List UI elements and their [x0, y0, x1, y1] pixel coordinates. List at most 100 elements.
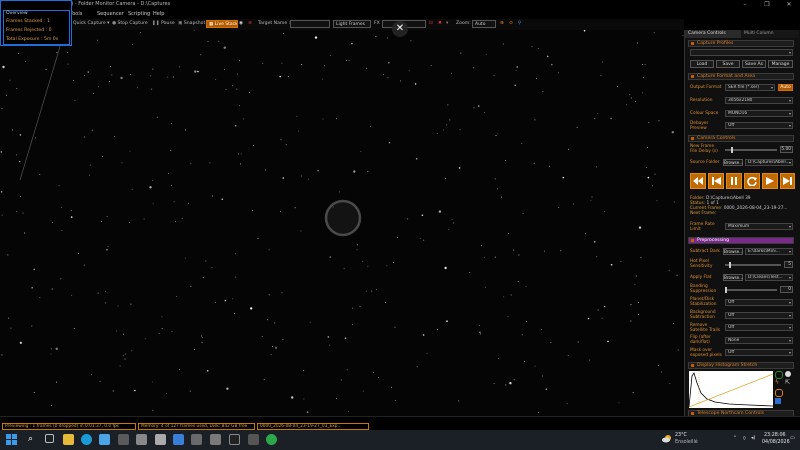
snapshot-button[interactable]: ▣ Snapshot: [178, 21, 205, 26]
banding-slider[interactable]: [725, 289, 777, 291]
app-icon-1[interactable]: [118, 434, 129, 445]
refresh-button[interactable]: [744, 173, 760, 189]
pin-icon[interactable]: ⚲: [518, 21, 521, 26]
crosshair-icon[interactable]: ⊡: [429, 21, 433, 26]
auto-stretch-icon[interactable]: [775, 371, 783, 379]
save-button[interactable]: Save: [716, 60, 740, 68]
camera-controls-header[interactable]: Camera Controls: [688, 135, 794, 142]
debayer-select[interactable]: Off: [725, 122, 793, 129]
app-icon-9[interactable]: [266, 434, 277, 445]
dropdown-icon[interactable]: ▾: [446, 21, 448, 26]
capture-profiles-header[interactable]: Capture Profiles: [688, 40, 794, 47]
next-button[interactable]: [780, 173, 795, 189]
manage-button[interactable]: Manage: [768, 60, 793, 68]
previous-button[interactable]: [708, 173, 724, 189]
frame-rate-select[interactable]: Maximum: [725, 223, 793, 230]
zoom-select[interactable]: Auto: [472, 20, 496, 28]
wifi-icon[interactable]: ⌔: [742, 436, 747, 442]
profile-select[interactable]: [690, 49, 793, 56]
banding-knob[interactable]: [725, 287, 727, 293]
stabilization-select[interactable]: Off: [725, 299, 793, 306]
colour-space-select[interactable]: MONO16: [725, 110, 793, 117]
weather-icon[interactable]: [662, 434, 672, 443]
histogram-graph[interactable]: [688, 371, 774, 408]
banding-value[interactable]: 0: [780, 286, 793, 293]
resolution-select[interactable]: 3056x2180: [725, 97, 793, 104]
maximize-button[interactable]: ❐: [757, 0, 777, 10]
star: [367, 170, 369, 172]
weather-temp[interactable]: 23°C: [675, 433, 687, 438]
browse-flat-button[interactable]: Browse...: [723, 274, 743, 281]
load-button[interactable]: Load: [690, 60, 714, 68]
app-icon-8[interactable]: [248, 434, 259, 445]
subtract-dark-select[interactable]: E:\darks\Mini...: [745, 248, 793, 255]
search-icon[interactable]: ⌕: [28, 434, 39, 445]
source-folder-select[interactable]: D:\Captures\Abell...: [745, 159, 793, 166]
browse-dark-button[interactable]: Browse...: [723, 248, 743, 255]
close-overlay-button[interactable]: ✕: [392, 21, 408, 37]
live-stack-button[interactable]: ▦ Live Stack: [206, 20, 238, 28]
settings-icon[interactable]: ◉: [239, 21, 243, 26]
app-icon-6[interactable]: [210, 434, 221, 445]
new-frame-delay-value[interactable]: 5.00: [780, 146, 793, 153]
hot-pixel-slider[interactable]: [725, 264, 781, 266]
histogram-header[interactable]: Display Histogram Stretch: [688, 362, 794, 369]
menu-help[interactable]: Help: [153, 11, 164, 17]
save-as-button[interactable]: Save As: [742, 60, 766, 68]
expand-icon[interactable]: ⇱: [785, 380, 791, 386]
stop-capture-button[interactable]: ● Stop Capture: [112, 21, 148, 26]
pause-playback-button[interactable]: [726, 173, 742, 189]
cancel-icon[interactable]: ✖: [438, 21, 442, 26]
app-icon-5[interactable]: [191, 434, 202, 445]
target-name-input[interactable]: [290, 20, 330, 28]
task-view-icon[interactable]: [45, 434, 54, 443]
close-window-button[interactable]: ✕: [779, 0, 799, 10]
remove-satellite-select[interactable]: Off: [725, 324, 793, 331]
flip-select[interactable]: None: [725, 337, 793, 344]
zoom-in-icon[interactable]: ⊕: [500, 21, 504, 26]
tab-camera-controls[interactable]: Camera Controls: [685, 30, 741, 38]
app-icon-7[interactable]: [229, 434, 240, 445]
lightning-icon[interactable]: ϟ: [775, 380, 781, 386]
menu-sequencer[interactable]: Sequencer: [97, 11, 124, 17]
start-icon[interactable]: [6, 434, 17, 445]
tab-multi-column[interactable]: Multi Column: [741, 30, 799, 38]
background-subtraction-select[interactable]: Off: [725, 312, 793, 319]
output-format-select[interactable]: SER file (*.ser): [725, 84, 775, 91]
apply-flat-select[interactable]: D:\Cleans\Test...: [745, 274, 793, 281]
star: [18, 160, 21, 163]
auto-button[interactable]: Auto: [778, 84, 793, 91]
hot-pixel-knob[interactable]: [729, 262, 731, 268]
edge-icon[interactable]: [81, 434, 92, 445]
browse-source-button[interactable]: Browse...: [723, 159, 743, 166]
zoom-fit-icon[interactable]: ⊙: [509, 21, 513, 26]
image-preview[interactable]: [0, 30, 684, 416]
weather-desc[interactable]: Ensoleillé: [675, 440, 698, 445]
app-icon-4[interactable]: [173, 434, 184, 445]
app-icon-3[interactable]: [155, 434, 166, 445]
capture-format-header[interactable]: Capture Format and Area: [688, 73, 794, 80]
file-explorer-icon[interactable]: [63, 434, 74, 445]
slider-knob[interactable]: [731, 147, 733, 153]
volume-icon[interactable]: ◂): [751, 436, 755, 441]
save-histogram-icon[interactable]: [775, 398, 781, 404]
rewind-button[interactable]: [690, 173, 706, 189]
preprocessing-header[interactable]: Preprocessing: [688, 237, 794, 244]
app-icon-2[interactable]: [136, 434, 147, 445]
reset-icon[interactable]: [785, 371, 791, 377]
store-icon[interactable]: [99, 434, 110, 445]
play-button[interactable]: [762, 173, 778, 189]
menu-scripting[interactable]: Scripting: [128, 11, 150, 17]
tray-chevron-icon[interactable]: ⌃: [733, 436, 737, 441]
quick-capture-button[interactable]: Quick Capture ▾: [73, 21, 109, 26]
clock-date[interactable]: 04/08/2026: [762, 440, 790, 445]
hot-pixel-value[interactable]: 5: [784, 261, 793, 268]
pause-button[interactable]: ❚❚ Pause: [152, 21, 175, 26]
target-icon[interactable]: [775, 389, 783, 397]
clock-time[interactable]: 23:28:06: [764, 433, 786, 438]
record-icon[interactable]: ⊛: [248, 21, 252, 26]
frame-type-select[interactable]: Light Frames: [333, 20, 371, 28]
mask-select[interactable]: Off: [725, 349, 793, 356]
minimize-button[interactable]: –: [735, 0, 755, 10]
notification-icon[interactable]: ▭: [790, 436, 795, 441]
